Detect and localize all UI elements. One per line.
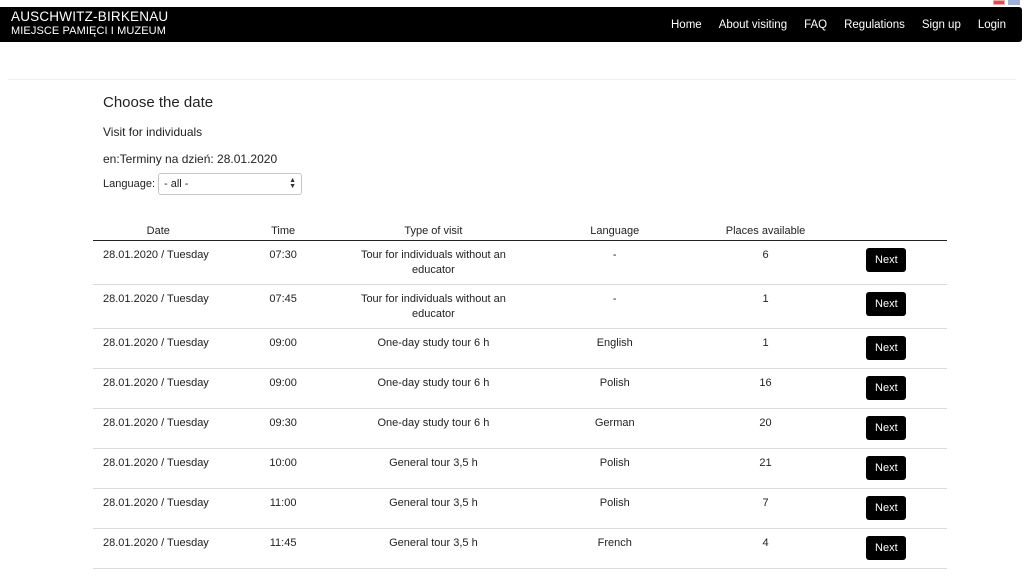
top-navbar: AUSCHWITZ-BIRKENAU MIEJSCE PAMIĘCI I MUZ… [0, 7, 1022, 42]
row-time: 07:30 [269, 249, 297, 261]
row-time: 11:00 [269, 497, 297, 509]
column-header-date: Date [93, 222, 224, 241]
row-time: 11:45 [269, 537, 297, 549]
nav-about-visiting[interactable]: About visiting [719, 19, 787, 31]
header-divider [8, 79, 1016, 80]
row-date: 28.01.2020 / Tuesday [103, 337, 209, 349]
schedule-table: Date Time Type of visit Language Places … [93, 222, 947, 569]
row-date: 28.01.2020 / Tuesday [103, 377, 209, 389]
row-places: 1 [762, 293, 769, 305]
row-type: Tour for individuals without an educator [360, 293, 506, 320]
next-button[interactable]: Next [866, 248, 907, 272]
row-type: General tour 3,5 h [389, 537, 478, 549]
column-header-action [825, 222, 947, 241]
brand-subtitle: MIEJSCE PAMIĘCI I MUZEUM [11, 25, 166, 37]
page-title: Choose the date [103, 94, 214, 111]
table-row: 28.01.2020 / Tuesday 09:00 One-day study… [93, 368, 947, 409]
column-header-language: Language [524, 222, 706, 241]
column-header-type: Type of visit [342, 222, 525, 241]
table-row: 28.01.2020 / Tuesday 11:00 General tour … [93, 488, 947, 529]
row-places: 16 [759, 377, 772, 389]
language-select[interactable]: - all - ▲ ▼ [158, 173, 302, 195]
brand-title: AUSCHWITZ-BIRKENAU [11, 9, 169, 24]
next-button[interactable]: Next [866, 536, 907, 560]
row-time: 10:00 [269, 457, 297, 469]
select-arrows-icon: ▲ ▼ [289, 177, 296, 190]
row-places: 4 [762, 537, 769, 549]
row-time: 07:45 [269, 293, 297, 305]
row-places: 6 [762, 249, 769, 261]
row-type: Tour for individuals without an educator [360, 249, 506, 276]
row-time: 09:00 [269, 377, 297, 389]
english-flag-icon[interactable] [1008, 0, 1020, 5]
row-time: 09:00 [269, 337, 297, 349]
table-row: 28.01.2020 / Tuesday 09:00 One-day study… [93, 328, 947, 369]
row-time: 09:30 [269, 417, 297, 429]
row-places: 21 [759, 457, 772, 469]
row-type: General tour 3,5 h [389, 457, 478, 469]
row-language: Polish [599, 457, 630, 469]
row-language: English [596, 337, 633, 349]
brand-logo[interactable]: AUSCHWITZ-BIRKENAU MIEJSCE PAMIĘCI I MUZ… [11, 10, 168, 38]
nav-home[interactable]: Home [671, 19, 702, 31]
row-places: 7 [762, 497, 769, 509]
nav-regulations[interactable]: Regulations [844, 19, 905, 31]
row-type: One-day study tour 6 h [377, 377, 490, 389]
selected-date-line: en:Terminy na dzień: 28.01.2020 [103, 152, 278, 166]
next-button[interactable]: Next [866, 416, 907, 440]
next-button[interactable]: Next [866, 292, 907, 316]
polish-flag-icon[interactable] [993, 0, 1005, 5]
row-places: 20 [759, 417, 772, 429]
table-row: 28.01.2020 / Tuesday 09:30 One-day study… [93, 408, 947, 449]
row-date: 28.01.2020 / Tuesday [103, 497, 209, 509]
language-filter: Language: - all - ▲ ▼ [103, 173, 302, 195]
column-header-time: Time [223, 222, 343, 241]
row-places: 1 [762, 337, 769, 349]
table-row: 28.01.2020 / Tuesday 07:30 Tour for indi… [93, 240, 947, 285]
nav-faq[interactable]: FAQ [804, 19, 827, 31]
column-header-places: Places available [705, 222, 826, 241]
row-type: One-day study tour 6 h [377, 337, 490, 349]
next-button[interactable]: Next [866, 336, 907, 360]
language-flags [993, 0, 1020, 6]
nav-login[interactable]: Login [978, 19, 1006, 31]
visit-type-subtitle: Visit for individuals [103, 125, 203, 139]
next-button[interactable]: Next [866, 456, 907, 480]
row-date: 28.01.2020 / Tuesday [103, 293, 209, 305]
row-language: Polish [599, 497, 630, 509]
row-date: 28.01.2020 / Tuesday [103, 457, 209, 469]
table-row: 28.01.2020 / Tuesday 07:45 Tour for indi… [93, 284, 947, 329]
row-date: 28.01.2020 / Tuesday [103, 537, 209, 549]
table-row: 28.01.2020 / Tuesday 10:00 General tour … [93, 448, 947, 489]
row-date: 28.01.2020 / Tuesday [103, 249, 209, 261]
row-language: - [612, 249, 617, 261]
language-label: Language: [103, 178, 155, 190]
row-language: Polish [599, 377, 630, 389]
row-date: 28.01.2020 / Tuesday [103, 417, 209, 429]
row-language: French [597, 537, 632, 549]
next-button[interactable]: Next [866, 496, 907, 520]
table-row: 28.01.2020 / Tuesday 11:45 General tour … [93, 528, 947, 569]
table-header-row: Date Time Type of visit Language Places … [93, 222, 947, 241]
row-type: General tour 3,5 h [389, 497, 478, 509]
nav-sign-up[interactable]: Sign up [922, 19, 961, 31]
row-type: One-day study tour 6 h [377, 417, 490, 429]
next-button[interactable]: Next [866, 376, 907, 400]
language-select-value: - all - [164, 178, 189, 190]
row-language: German [594, 417, 635, 429]
row-language: - [612, 293, 617, 305]
main-nav: Home About visiting FAQ Regulations Sign… [671, 7, 1022, 42]
